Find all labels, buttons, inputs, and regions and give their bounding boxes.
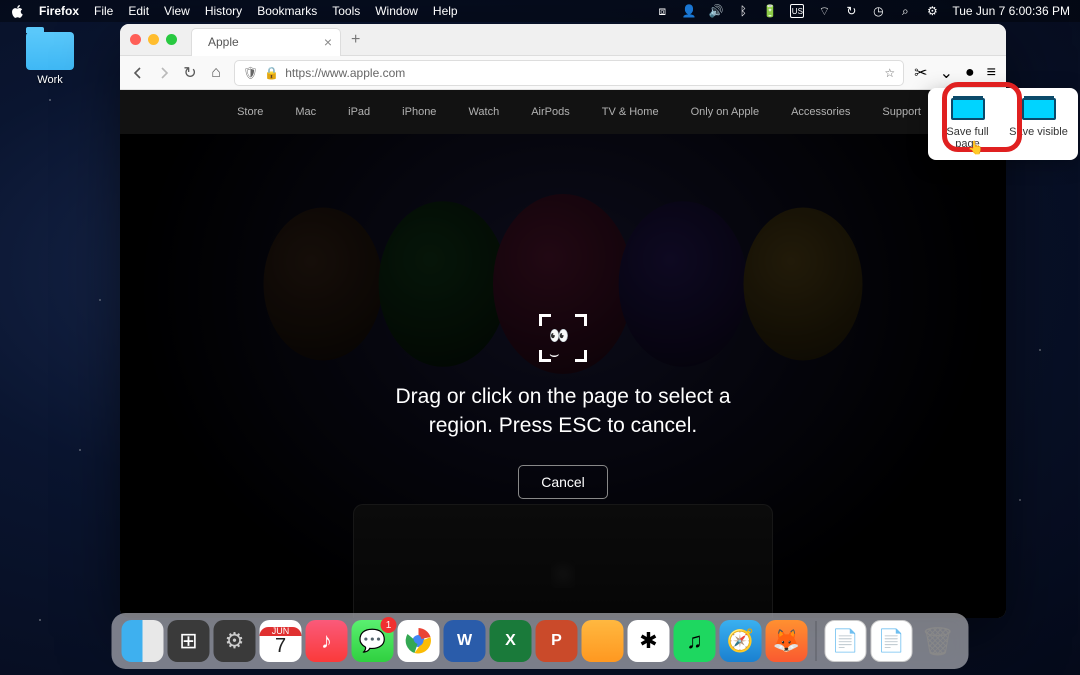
crop-region-icon: 👀⌣ bbox=[539, 314, 587, 362]
dropbox-icon[interactable]: ⧈ bbox=[655, 4, 669, 18]
nav-ipad[interactable]: iPad bbox=[348, 106, 370, 118]
dock-settings[interactable]: ⚙ bbox=[214, 620, 256, 662]
volume-icon[interactable]: 🔊 bbox=[709, 4, 723, 18]
window-maximize-button[interactable] bbox=[166, 34, 177, 45]
menu-tools[interactable]: Tools bbox=[332, 4, 360, 18]
bookmark-star-icon[interactable]: ☆ bbox=[884, 66, 895, 80]
dock-calendar[interactable]: JUN7 bbox=[260, 620, 302, 662]
screenshot-overlay[interactable]: 👀⌣ Drag or click on the page to select a… bbox=[120, 134, 1006, 618]
folder-label: Work bbox=[20, 74, 80, 86]
back-button[interactable] bbox=[130, 65, 146, 81]
url-bar[interactable]: 🛡 🔒 https://www.apple.com ☆ bbox=[234, 60, 904, 86]
tab-close-button[interactable]: × bbox=[324, 34, 332, 50]
screenshot-popup: Save full page Save visible bbox=[928, 88, 1078, 160]
sync-icon[interactable]: ↻ bbox=[844, 4, 858, 18]
menu-edit[interactable]: Edit bbox=[128, 4, 149, 18]
visible-thumb-icon bbox=[1022, 98, 1056, 120]
overlay-instruction: Drag or click on the page to select a re… bbox=[395, 382, 730, 441]
nav-tvhome[interactable]: TV & Home bbox=[602, 106, 659, 118]
menu-view[interactable]: View bbox=[164, 4, 190, 18]
save-full-page-button[interactable]: Save full page bbox=[932, 94, 1003, 154]
account-icon[interactable]: ● bbox=[965, 64, 975, 82]
save-full-label: Save full page bbox=[934, 126, 1001, 150]
dock-finder[interactable] bbox=[122, 620, 164, 662]
menubar-clock[interactable]: Tue Jun 7 6:00:36 PM bbox=[952, 4, 1070, 18]
firefox-window: Apple × + ↻ ⌂ 🛡 🔒 https://www.apple.com … bbox=[120, 24, 1006, 618]
tab-title: Apple bbox=[208, 35, 239, 49]
shield-icon[interactable]: 🛡 bbox=[243, 66, 258, 80]
page-content: Store Mac iPad iPhone Watch AirPods TV &… bbox=[120, 90, 1006, 618]
pocket-icon[interactable]: ⌄ bbox=[940, 63, 953, 83]
dock-trash[interactable]: 🗑 bbox=[917, 620, 959, 662]
bluetooth-icon[interactable]: ᛒ bbox=[736, 4, 750, 18]
dock-firefox[interactable]: 🦊 bbox=[766, 620, 808, 662]
macos-dock: ⊞ ⚙ JUN7 ♪ 💬1 W X P ✱ ♫ 🧭 🦊 📄 📄 🗑 bbox=[112, 613, 969, 669]
nav-support[interactable]: Support bbox=[882, 106, 921, 118]
dock-launchpad[interactable]: ⊞ bbox=[168, 620, 210, 662]
forward-button[interactable] bbox=[156, 65, 172, 81]
new-tab-button[interactable]: + bbox=[351, 31, 360, 49]
macos-menubar: Firefox File Edit View History Bookmarks… bbox=[0, 0, 1080, 22]
dock-spotify[interactable]: ♫ bbox=[674, 620, 716, 662]
window-controls bbox=[130, 34, 177, 45]
dock-recent-doc[interactable]: 📄 bbox=[871, 620, 913, 662]
user-icon[interactable]: 👤 bbox=[682, 4, 696, 18]
nav-accessories[interactable]: Accessories bbox=[791, 106, 850, 118]
dock-music[interactable]: ♪ bbox=[306, 620, 348, 662]
clock-icon[interactable]: ◷ bbox=[871, 4, 885, 18]
wifi-icon[interactable]: ⌔ bbox=[817, 4, 831, 18]
menu-bookmarks[interactable]: Bookmarks bbox=[257, 4, 317, 18]
dock-recent-doc[interactable]: 📄 bbox=[825, 620, 867, 662]
dock-folder[interactable] bbox=[582, 620, 624, 662]
lock-icon[interactable]: 🔒 bbox=[264, 66, 279, 80]
dock-chrome[interactable] bbox=[398, 620, 440, 662]
menu-window[interactable]: Window bbox=[375, 4, 418, 18]
menu-history[interactable]: History bbox=[205, 4, 242, 18]
save-visible-label: Save visible bbox=[1005, 126, 1072, 138]
menu-file[interactable]: File bbox=[94, 4, 113, 18]
nav-iphone[interactable]: iPhone bbox=[402, 106, 436, 118]
control-center-icon[interactable]: ⚙ bbox=[925, 4, 939, 18]
toolbar: ↻ ⌂ 🛡 🔒 https://www.apple.com ☆ ✂ ⌄ ● ≡ bbox=[120, 56, 1006, 90]
nav-only[interactable]: Only on Apple bbox=[691, 106, 760, 118]
url-text: https://www.apple.com bbox=[285, 66, 405, 80]
browser-tab[interactable]: Apple × bbox=[191, 28, 341, 56]
battery-icon[interactable]: 🔋 bbox=[763, 4, 777, 18]
hero-section: 👀⌣ Drag or click on the page to select a… bbox=[120, 134, 1006, 618]
window-minimize-button[interactable] bbox=[148, 34, 159, 45]
desktop-folder-work[interactable]: Work bbox=[20, 32, 80, 86]
dock-slack[interactable]: ✱ bbox=[628, 620, 670, 662]
nav-store[interactable]: Store bbox=[237, 106, 263, 118]
dock-excel[interactable]: X bbox=[490, 620, 532, 662]
tab-bar: Apple × + bbox=[120, 24, 1006, 56]
menu-help[interactable]: Help bbox=[433, 4, 458, 18]
apple-logo-icon[interactable] bbox=[10, 4, 24, 18]
nav-airpods[interactable]: AirPods bbox=[531, 106, 570, 118]
menubar-app-name[interactable]: Firefox bbox=[39, 4, 79, 18]
dock-separator bbox=[816, 621, 817, 661]
screenshot-ext-icon[interactable]: ✂ bbox=[914, 63, 927, 83]
input-source-icon[interactable]: US bbox=[790, 4, 804, 18]
window-close-button[interactable] bbox=[130, 34, 141, 45]
fullpage-thumb-icon bbox=[951, 98, 985, 120]
hamburger-menu-icon[interactable]: ≡ bbox=[987, 64, 996, 82]
reload-button[interactable]: ↻ bbox=[182, 65, 198, 81]
save-visible-button[interactable]: Save visible bbox=[1003, 94, 1074, 154]
dock-word[interactable]: W bbox=[444, 620, 486, 662]
dock-safari[interactable]: 🧭 bbox=[720, 620, 762, 662]
spotlight-icon[interactable]: ⌕ bbox=[898, 4, 912, 18]
apple-site-nav: Store Mac iPad iPhone Watch AirPods TV &… bbox=[120, 90, 1006, 134]
nav-watch[interactable]: Watch bbox=[468, 106, 499, 118]
messages-badge: 1 bbox=[381, 617, 397, 633]
dock-messages[interactable]: 💬1 bbox=[352, 620, 394, 662]
dock-powerpoint[interactable]: P bbox=[536, 620, 578, 662]
nav-mac[interactable]: Mac bbox=[295, 106, 316, 118]
cancel-button[interactable]: Cancel bbox=[518, 465, 608, 499]
folder-icon bbox=[26, 32, 74, 70]
home-button[interactable]: ⌂ bbox=[208, 65, 224, 81]
